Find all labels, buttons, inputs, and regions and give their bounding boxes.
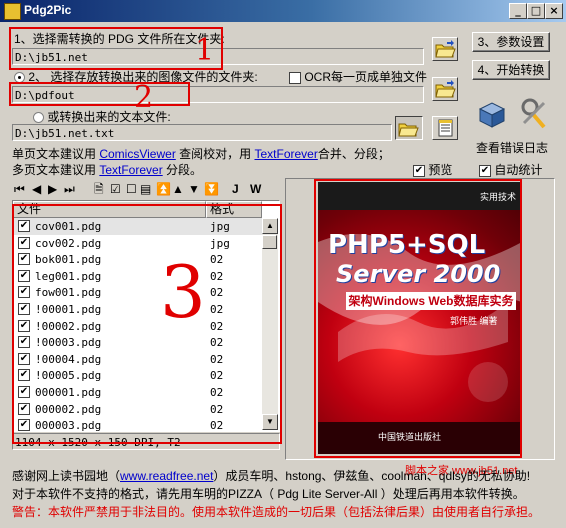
annotation-mark-2: 2: [134, 80, 154, 115]
preview-label: 预览: [428, 163, 453, 177]
auto-stats-label: 自动统计: [494, 163, 543, 177]
ocr-option[interactable]: OCR每一页成单独文件: [289, 68, 427, 85]
first-icon[interactable]: ⏮: [14, 181, 25, 197]
annotation-box-cover: [314, 179, 522, 458]
auto-stats-checkbox[interactable]: ✔: [479, 164, 491, 177]
browse-source-button[interactable]: [432, 37, 458, 61]
ocr-label: OCR每一页成单独文件: [304, 70, 428, 84]
annotation-mark-3: 3: [160, 250, 206, 334]
title-bar[interactable]: [0, 0, 566, 22]
preview-checkbox[interactable]: ✔: [413, 164, 425, 177]
annotation-box-3: [12, 204, 282, 444]
minimize-icon[interactable]: _: [509, 3, 527, 19]
footer-text: ）成员车明、hstong、伊兹鱼、coolman、qdlsy的无私协助!: [213, 469, 531, 483]
footer-unsupported: 对于本软件不支持的格式，请先用车明的PIZZA（ Pdg Lite Server…: [12, 487, 525, 501]
text-output-field[interactable]: D:\jb51.net.txt: [12, 124, 392, 141]
hint-line-1: 单页文本建议用 ComicsViewer 查阅校对，用 TextForever合…: [12, 145, 390, 162]
textforever-link[interactable]: TextForever: [99, 163, 162, 177]
hint-line-2: 多页文本建议用 TextForever 分段。: [12, 161, 202, 178]
hint-text: 查阅校对，用: [175, 147, 255, 161]
check-icon[interactable]: ☑: [110, 181, 121, 197]
browse-output-button[interactable]: [432, 77, 458, 101]
auto-stats-option[interactable]: ✔ 自动统计: [479, 161, 542, 178]
text-file-button[interactable]: [432, 116, 458, 140]
move-top-icon[interactable]: ⏫: [156, 181, 171, 197]
text-output-radio[interactable]: [33, 112, 44, 124]
start-convert-button[interactable]: 4、开始转换: [472, 60, 550, 80]
textforever-link[interactable]: TextForever: [254, 147, 317, 161]
annotation-mark-1: 1: [195, 33, 215, 68]
preview-option[interactable]: ✔ 预览: [413, 161, 452, 178]
browse-text-button[interactable]: [395, 116, 423, 140]
hint-text: 多页文本建议用: [12, 163, 100, 177]
move-down-icon[interactable]: ▼: [188, 181, 200, 197]
move-bottom-icon[interactable]: ⏬: [204, 181, 219, 197]
open-folder-icon: [435, 80, 456, 98]
view-log-label[interactable]: 查看错误日志: [476, 139, 548, 156]
last-icon[interactable]: ⏭: [64, 181, 75, 197]
log-icons[interactable]: [474, 95, 550, 131]
ocr-checkbox[interactable]: [289, 71, 301, 84]
page-icon[interactable]: 🗎: [94, 181, 104, 197]
uncheck-icon[interactable]: ☐: [126, 181, 137, 197]
next-icon[interactable]: ▶: [48, 181, 57, 197]
close-icon[interactable]: ×: [545, 3, 563, 19]
tools-icon: [478, 98, 546, 129]
app-icon: [4, 3, 21, 20]
sort-icon[interactable]: J: [232, 181, 239, 197]
readfree-link[interactable]: www.readfree.net: [120, 469, 213, 483]
notepad-icon: [438, 119, 453, 137]
list-toolbar: ⏮ ◀ ▶ ⏭ 🗎 ☑ ☐ ▤ ⏫ ▲ ▼ ⏬ J W: [14, 181, 274, 197]
prev-icon[interactable]: ◀: [32, 181, 41, 197]
list-icon[interactable]: ▤: [140, 181, 151, 197]
hint-text: 单页文本建议用: [12, 147, 100, 161]
comicsviewer-link[interactable]: ComicsViewer: [99, 147, 175, 161]
hint-text: 分段。: [162, 163, 203, 177]
open-folder-icon: [398, 123, 419, 137]
footer-thanks: 感谢网上读书园地（www.readfree.net）成员车明、hstong、伊兹…: [12, 467, 530, 484]
maximize-icon[interactable]: □: [527, 3, 545, 19]
annotation-box-1: [9, 27, 223, 70]
footer-warning: 警告：本软件严禁用于非法目的。使用本软件造成的一切后果（包括法律后果）由使用者自…: [12, 505, 541, 519]
annotation-box-2: [9, 82, 190, 106]
footer-text: 感谢网上读书园地（: [12, 469, 121, 483]
settings-button[interactable]: 3、参数设置: [472, 32, 550, 52]
wide-icon[interactable]: W: [250, 181, 261, 197]
hint-text: 合并、分段；: [317, 147, 390, 161]
window-title: Pdg2Pic: [24, 3, 72, 17]
open-folder-icon: [435, 40, 456, 58]
move-up-icon[interactable]: ▲: [172, 181, 184, 197]
